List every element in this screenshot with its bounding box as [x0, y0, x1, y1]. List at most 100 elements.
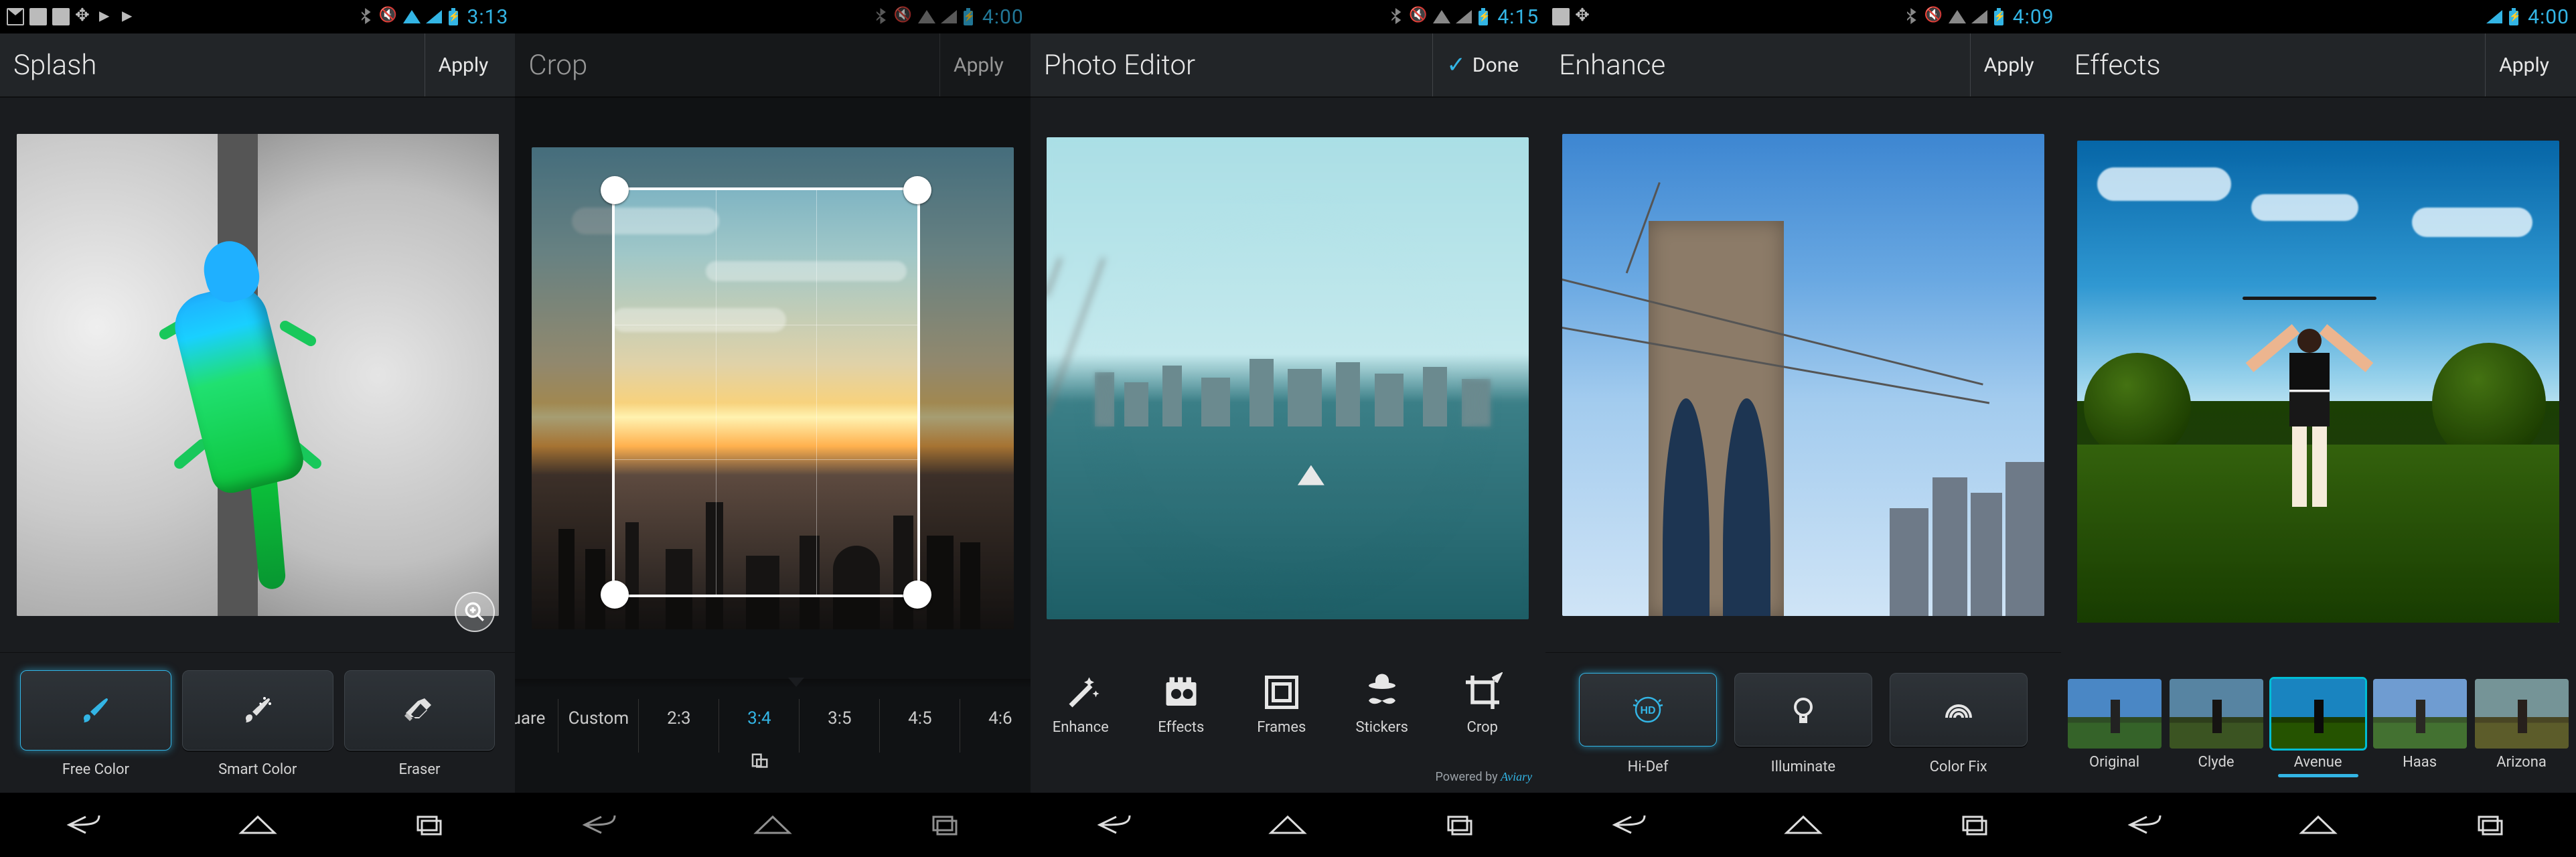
- tool-smart-color[interactable]: [182, 670, 333, 751]
- wifi-icon: [403, 8, 421, 25]
- tool-eraser[interactable]: [344, 670, 496, 751]
- crop-handle-ne[interactable]: [903, 176, 931, 204]
- home-button[interactable]: [1247, 805, 1328, 845]
- tool-icon-row[interactable]: Enhance Effects Frames Stickers Crop Foc: [1031, 659, 1545, 773]
- wifi-icon: [1433, 8, 1450, 25]
- effect-haas[interactable]: Haas: [2373, 679, 2467, 771]
- tool-focus[interactable]: Foc: [1533, 672, 1545, 736]
- tool-label: Eraser: [344, 761, 496, 778]
- frame-icon: [1262, 672, 1302, 712]
- ratio-3-5[interactable]: 3:5: [800, 699, 880, 753]
- recents-button[interactable]: [905, 805, 985, 845]
- rotate-aspect-icon[interactable]: [749, 752, 769, 777]
- back-button[interactable]: [1591, 805, 1671, 845]
- status-bar: 4:15: [1031, 0, 1545, 33]
- brand-name: Aviary: [1501, 770, 1532, 783]
- tool-frames[interactable]: Frames: [1231, 672, 1332, 736]
- photo-image: [1047, 137, 1529, 619]
- tool-hidef[interactable]: HD: [1579, 673, 1717, 747]
- image-icon: [29, 8, 47, 25]
- recents-button[interactable]: [2450, 805, 2530, 845]
- ratio-strip[interactable]: Square Custom 2:3 3:4 3:5 4:5 4:6: [515, 679, 1030, 793]
- crop-handle-se[interactable]: [903, 580, 931, 609]
- tool-label: Illuminate: [1734, 759, 1872, 775]
- effect-arizona[interactable]: Arizona: [2475, 679, 2569, 771]
- tool-row: HD Hi-Def Illuminate Color Fix: [1545, 652, 2060, 793]
- status-time: 4:15: [1497, 5, 1539, 29]
- eraser-icon: [403, 694, 435, 726]
- photo-canvas[interactable]: [1031, 98, 1545, 659]
- home-button[interactable]: [1763, 805, 1843, 845]
- ratio-4-5[interactable]: 4:5: [880, 699, 960, 753]
- nav-bar: [2061, 793, 2576, 857]
- photo-image: [532, 147, 1014, 629]
- tool-illuminate[interactable]: [1734, 673, 1872, 747]
- effect-avenue[interactable]: Avenue: [2271, 679, 2365, 771]
- status-bar: 4:00: [515, 0, 1030, 33]
- crop-icon: [1462, 672, 1503, 712]
- photo-canvas[interactable]: [2061, 98, 2576, 666]
- tool-stickers[interactable]: Stickers: [1332, 672, 1432, 736]
- ratio-4-6[interactable]: 4:6: [960, 699, 1030, 753]
- done-button[interactable]: ✓ Done: [1432, 33, 1532, 96]
- home-button[interactable]: [218, 805, 298, 845]
- screen-effects: 4:00 Effects Apply: [2061, 0, 2576, 857]
- bluetooth-icon: [1903, 8, 1920, 25]
- home-button[interactable]: [733, 805, 813, 845]
- recents-button[interactable]: [389, 805, 469, 845]
- tool-effects[interactable]: Effects: [1131, 672, 1231, 736]
- apply-button[interactable]: Apply: [1970, 33, 2048, 96]
- recents-button[interactable]: [1935, 805, 2015, 845]
- photo-image: [17, 134, 499, 616]
- photo-canvas[interactable]: [1545, 98, 2060, 652]
- apply-button[interactable]: Apply: [2485, 33, 2563, 96]
- powered-by: Powered by Aviary: [1031, 770, 1545, 784]
- back-button[interactable]: [2107, 805, 2187, 845]
- tool-crop[interactable]: Crop: [1432, 672, 1533, 736]
- battery-icon: [964, 11, 973, 25]
- tool-free-color[interactable]: [20, 670, 171, 751]
- ratio-2-3[interactable]: 2:3: [639, 699, 719, 753]
- recents-button[interactable]: [1420, 805, 1500, 845]
- tool-label: Enhance: [1053, 719, 1109, 736]
- back-button[interactable]: [1076, 805, 1156, 845]
- effect-clyde[interactable]: Clyde: [2170, 679, 2263, 771]
- action-bar: Effects Apply: [2061, 33, 2576, 98]
- thumb-image: [2170, 679, 2263, 749]
- effects-thumb-strip[interactable]: Original Clyde Avenue Haas Arizona: [2061, 666, 2576, 793]
- ratio-label: 3:4: [747, 708, 771, 728]
- home-button[interactable]: [2278, 805, 2358, 845]
- back-button[interactable]: [561, 805, 641, 845]
- nav-bar: [1545, 793, 2060, 857]
- ratio-square[interactable]: Square: [515, 699, 558, 753]
- apply-button[interactable]: Apply: [425, 33, 502, 96]
- wifi-icon: [918, 8, 935, 25]
- signal-icon: [426, 8, 443, 25]
- action-bar: Photo Editor ✓ Done: [1031, 33, 1545, 98]
- signal-icon: [1456, 8, 1473, 25]
- effect-original[interactable]: Original: [2068, 679, 2162, 771]
- crop-handle-nw[interactable]: [601, 176, 629, 204]
- bulb-icon: [1787, 694, 1819, 726]
- crop-frame[interactable]: [612, 187, 920, 597]
- ratio-custom[interactable]: Custom: [558, 699, 639, 753]
- thumb-image: [2475, 679, 2569, 749]
- photo-canvas[interactable]: [515, 98, 1030, 679]
- ratio-3-4[interactable]: 3:4: [719, 699, 800, 753]
- thumb-label: Arizona: [2496, 754, 2547, 771]
- screen-photo-editor: 4:15 Photo Editor ✓ Done: [1031, 0, 1545, 857]
- brush-icon: [80, 694, 112, 726]
- back-button[interactable]: [46, 805, 126, 845]
- tool-label: Hi-Def: [1579, 759, 1717, 775]
- battery-icon: [1479, 11, 1488, 25]
- apply-button[interactable]: Apply: [939, 33, 1017, 96]
- zoom-button[interactable]: [455, 592, 495, 632]
- thumb-label: Avenue: [2294, 754, 2342, 771]
- mute-icon: [380, 8, 398, 25]
- photo-canvas[interactable]: [0, 98, 515, 652]
- crop-handle-sw[interactable]: [601, 580, 629, 609]
- tool-enhance[interactable]: Enhance: [1031, 672, 1131, 736]
- tool-colorfix[interactable]: [1890, 673, 2028, 747]
- battery-icon: [449, 11, 458, 25]
- bluetooth-icon: [873, 8, 890, 25]
